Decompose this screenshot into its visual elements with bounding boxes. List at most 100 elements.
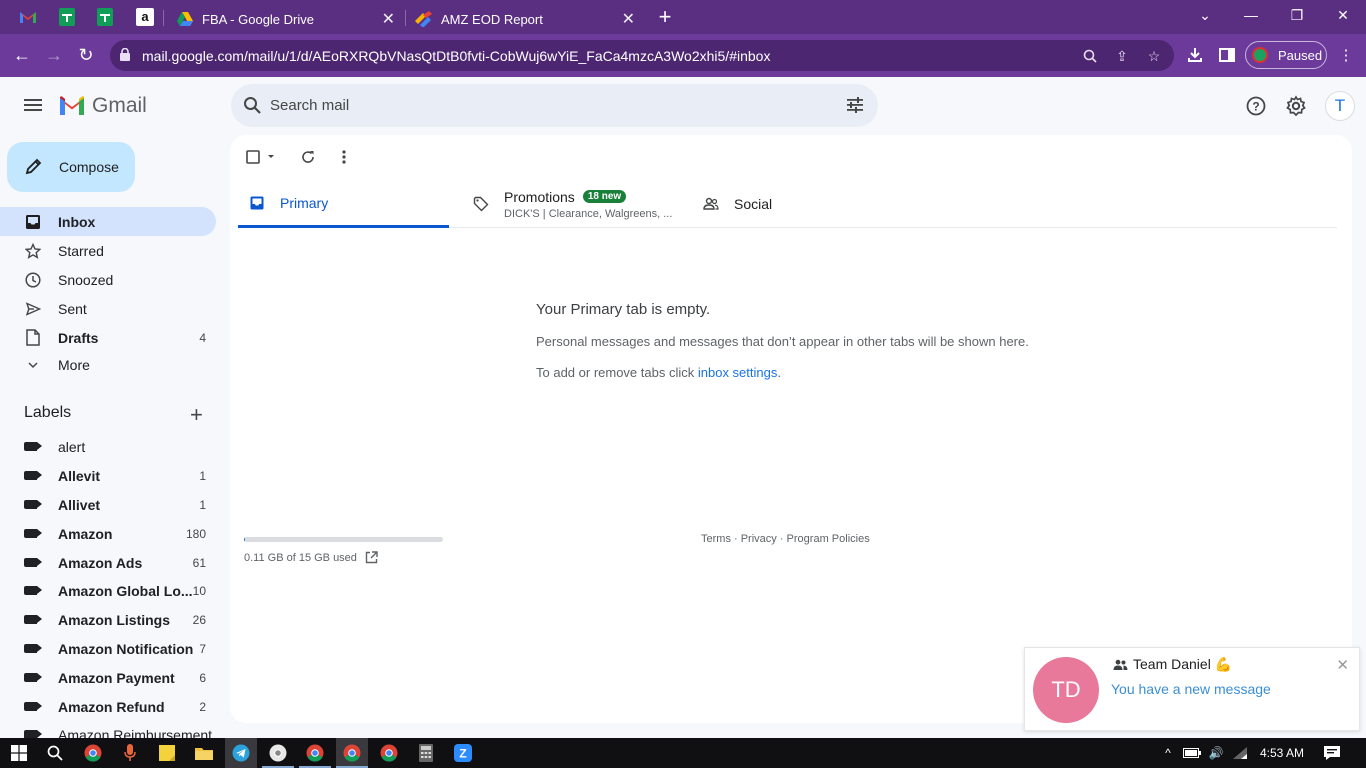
settings-gear-icon[interactable] xyxy=(1284,94,1308,118)
empty-state-description: Personal messages and messages that don’… xyxy=(536,334,1029,349)
profile-avatar-icon xyxy=(1252,47,1268,63)
chrome-icon[interactable] xyxy=(379,743,399,763)
search-icon[interactable] xyxy=(243,96,262,120)
close-icon[interactable]: ✕ xyxy=(1336,656,1349,674)
footer-links[interactable]: Terms · Privacy · Program Policies xyxy=(701,533,870,545)
sidebar-label-amazon-payment[interactable]: Amazon Payment 6 xyxy=(0,663,216,692)
zoom-app-icon[interactable]: Z xyxy=(453,743,473,763)
amazon-icon[interactable]: a xyxy=(131,5,159,29)
browser-menu-icon[interactable]: ⋮ xyxy=(1335,44,1357,66)
file-explorer-icon[interactable] xyxy=(194,743,214,763)
browser-toolbar: ← → ↻ mail.google.com/mail/u/1/d/AEoRXRQ… xyxy=(0,34,1366,77)
sidebar-label-amazon[interactable]: Amazon 180 xyxy=(0,519,216,548)
sidebar-item-sent[interactable]: Sent xyxy=(0,294,216,323)
sidebar-label-allevit[interactable]: Allevit 1 xyxy=(0,461,216,490)
side-panel-icon[interactable] xyxy=(1216,44,1238,66)
tab-promotions[interactable]: Promotions 18 new DICK'S | Clearance, Wa… xyxy=(472,180,697,228)
sidebar-label-amazon-listings[interactable]: Amazon Listings 26 xyxy=(0,605,216,634)
add-label-icon[interactable]: + xyxy=(190,402,203,428)
clock-icon xyxy=(24,271,42,289)
open-external-icon[interactable] xyxy=(365,551,378,564)
zoom-search-icon[interactable] xyxy=(1080,46,1100,66)
storage-usage-bar xyxy=(244,537,443,542)
back-button[interactable]: ← xyxy=(9,42,35,68)
forward-button[interactable]: → xyxy=(41,42,67,68)
gmail-logo[interactable]: Gmail xyxy=(58,94,147,118)
sidebar-item-more[interactable]: More xyxy=(0,350,216,379)
search-options-icon[interactable] xyxy=(846,96,864,119)
sidebar-item-starred[interactable]: Starred xyxy=(0,236,216,265)
chrome-active-icon[interactable] xyxy=(342,743,362,763)
search-icon[interactable] xyxy=(45,743,65,763)
close-tab-icon[interactable]: ✕ xyxy=(622,9,635,29)
sidebar-label-allivet[interactable]: Allivet 1 xyxy=(0,490,216,519)
wifi-icon[interactable] xyxy=(1230,743,1250,763)
chevron-down-icon xyxy=(24,356,42,374)
search-bar[interactable]: Search mail xyxy=(231,84,878,127)
battery-icon[interactable] xyxy=(1182,743,1202,763)
sidebar-item-snoozed[interactable]: Snoozed xyxy=(0,265,216,294)
sidebar-label-amazon-ads[interactable]: Amazon Ads 61 xyxy=(0,548,216,577)
microphone-app-icon[interactable] xyxy=(120,743,140,763)
address-bar[interactable]: mail.google.com/mail/u/1/d/AEoRXRQbVNasQ… xyxy=(110,40,1174,71)
label-icon xyxy=(24,471,42,480)
sidebar-item-inbox[interactable]: Inbox xyxy=(0,207,216,236)
gmail-icon[interactable] xyxy=(14,5,42,29)
more-options-icon[interactable] xyxy=(338,147,350,167)
restore-button[interactable]: ❐ xyxy=(1282,4,1312,26)
search-input[interactable]: Search mail xyxy=(270,97,349,114)
sidebar-label-alert[interactable]: alert xyxy=(0,432,216,461)
sidebar-label-amazon-notification[interactable]: Amazon Notification 7 xyxy=(0,634,216,663)
refresh-icon[interactable] xyxy=(300,147,316,167)
tab-amz-eod-report[interactable]: AMZ EOD Report ✕ xyxy=(407,4,643,34)
sidebar-item-label: More xyxy=(58,356,90,373)
windows-start-icon[interactable] xyxy=(9,743,29,763)
new-tab-button[interactable]: + xyxy=(654,4,676,30)
label-name: Amazon Global Lo... xyxy=(58,582,193,599)
inbox-settings-link[interactable]: inbox settings xyxy=(698,365,778,380)
unread-count: 7 xyxy=(199,641,206,656)
pencil-icon xyxy=(25,157,43,178)
sidebar-item-label: Drafts xyxy=(58,329,99,346)
google-sheets-icon[interactable] xyxy=(91,5,119,29)
close-window-button[interactable]: ✕ xyxy=(1328,4,1358,26)
sidebar-label-amazon-global[interactable]: Amazon Global Lo... 10 xyxy=(0,576,216,605)
select-all-checkbox[interactable] xyxy=(246,147,276,167)
help-icon[interactable]: ? xyxy=(1244,94,1268,118)
notification-center-icon[interactable] xyxy=(1322,743,1342,763)
google-sheets-icon[interactable] xyxy=(53,5,81,29)
storage-usage[interactable]: 0.11 GB of 15 GB used xyxy=(244,551,378,564)
tab-social[interactable]: Social xyxy=(702,180,927,228)
show-hidden-icons-chevron-icon[interactable]: ^ xyxy=(1158,743,1178,763)
share-icon[interactable]: ⇪ xyxy=(1112,46,1132,66)
chrome-profile-icon[interactable] xyxy=(268,743,288,763)
new-count-badge: 18 new xyxy=(582,190,627,203)
reload-button[interactable]: ↻ xyxy=(73,42,99,68)
calculator-icon[interactable] xyxy=(416,743,436,763)
main-menu-icon[interactable] xyxy=(20,92,46,118)
close-tab-icon[interactable]: ✕ xyxy=(382,9,395,29)
chrome-icon[interactable] xyxy=(305,743,325,763)
labels-heading: Labels xyxy=(24,404,72,421)
sidebar-item-drafts[interactable]: Drafts 4 xyxy=(0,323,216,352)
download-icon[interactable] xyxy=(1184,44,1206,66)
profile-paused-button[interactable]: Paused xyxy=(1245,41,1327,69)
chat-notification[interactable]: TD Team Daniel 💪 You have a new message … xyxy=(1024,647,1360,731)
sidebar-label-amazon-refund[interactable]: Amazon Refund 2 xyxy=(0,692,216,721)
tab-search-chevron-icon[interactable]: ⌄ xyxy=(1190,4,1220,26)
telegram-icon[interactable] xyxy=(231,743,251,763)
label-name: Amazon Ads xyxy=(58,554,143,571)
sidebar-label-amazon-reimbursement[interactable]: Amazon Reimbursement xyxy=(0,720,216,738)
draft-icon xyxy=(24,329,42,347)
bookmark-star-icon[interactable]: ☆ xyxy=(1144,46,1164,66)
sticky-notes-icon[interactable] xyxy=(157,743,177,763)
minimize-button[interactable]: — xyxy=(1236,4,1266,26)
compose-button[interactable]: Compose xyxy=(7,142,135,192)
tab-primary[interactable]: Primary xyxy=(238,180,449,228)
tab-fba-google-drive[interactable]: FBA - Google Drive ✕ xyxy=(168,4,403,34)
system-clock[interactable]: 4:53 AM xyxy=(1260,746,1304,760)
account-avatar[interactable]: T xyxy=(1325,91,1355,121)
chrome-icon[interactable] xyxy=(83,743,103,763)
svg-text:a: a xyxy=(141,9,149,24)
volume-icon[interactable]: 🔊 xyxy=(1206,743,1226,763)
